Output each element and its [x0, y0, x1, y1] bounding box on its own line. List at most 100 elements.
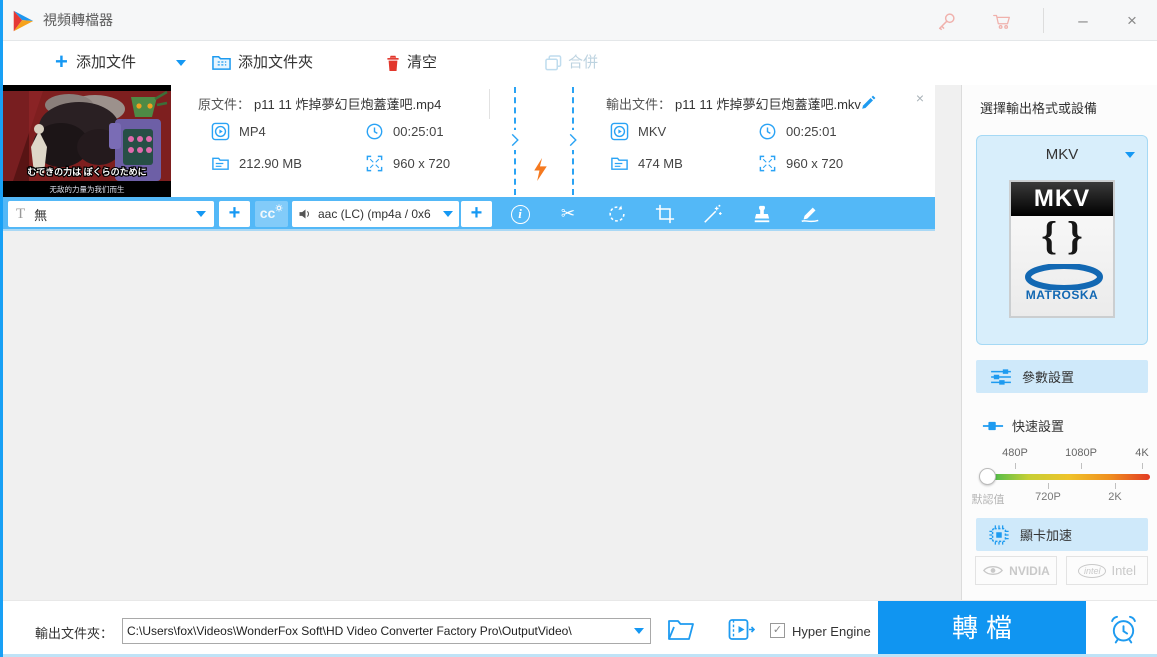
add-file-button[interactable]: 添加文件 [76, 41, 136, 85]
mkv-logo-header: MKV [1011, 182, 1113, 216]
resolution-slider-track[interactable] [988, 474, 1150, 480]
add-subtitle-button[interactable]: + [219, 201, 250, 227]
app-window: 視頻轉檔器 – × + 添加文件 添加文件夾 清空 合併 むてきの力は ぼくらの… [0, 0, 1157, 657]
video-queue-icon[interactable] [728, 618, 755, 641]
nvidia-button: NVIDIA [975, 556, 1057, 585]
output-size: 474 MB [638, 156, 683, 171]
thumbnail-subtitle-cn: 无敌的力量为我们而生 [50, 184, 125, 194]
cc-gear-icon [275, 204, 283, 212]
file-info-button[interactable]: i [506, 200, 534, 228]
output-file-label: 輸出文件： [606, 97, 672, 112]
output-path-input[interactable] [123, 624, 634, 638]
clear-button[interactable]: 清空 [407, 41, 437, 85]
source-resolution-cell: 960 x 720 [365, 154, 450, 173]
intel-logo-icon: intel [1077, 563, 1107, 578]
source-file-label: 原文件： [198, 97, 251, 112]
chevron-right-icon [566, 130, 580, 150]
audio-track-select[interactable]: aac (LC) (mp4a / 0x6 [292, 201, 459, 227]
purchase-cart-icon[interactable] [990, 9, 1014, 33]
magic-wand-icon [704, 204, 722, 223]
slider-label-2k: 2K [1108, 491, 1122, 503]
format-icon [610, 122, 629, 141]
output-resolution-cell: 960 x 720 [758, 154, 843, 173]
subtitle-select[interactable]: T 無 [8, 201, 214, 227]
rotate-button[interactable] [603, 200, 631, 228]
resolution-slider-knob[interactable] [979, 468, 996, 485]
source-resolution: 960 x 720 [393, 156, 451, 171]
output-folder-label: 輸出文件夾： [35, 626, 114, 641]
source-format-cell: MP4 [211, 122, 266, 141]
merge-button: 合併 [568, 54, 599, 71]
edit-sign-button[interactable] [796, 200, 824, 228]
parameter-settings-button[interactable]: 參數設置 [976, 360, 1148, 393]
register-key-icon[interactable] [935, 9, 959, 33]
edit-toolbar: T 無 + cc aac (LC) (mp4a / 0x6 + i ✂ [3, 197, 935, 231]
format-name: MKV [1045, 146, 1079, 163]
hyper-engine-checkbox[interactable]: ✓ [770, 623, 785, 638]
gpu-chip-icon [989, 524, 1009, 545]
schedule-alarm-icon[interactable] [1108, 614, 1139, 645]
add-audio-button[interactable]: + [461, 201, 492, 227]
open-folder-icon[interactable] [667, 618, 695, 641]
stamp-icon [754, 205, 770, 223]
chevron-right-icon [508, 130, 522, 150]
output-path-caret[interactable] [634, 628, 644, 634]
output-size-cell: 474 MB [610, 154, 683, 173]
convert-button[interactable]: 轉檔 [878, 601, 1086, 655]
info-icon: i [510, 204, 530, 224]
app-title: 視頻轉檔器 [43, 12, 113, 28]
output-filename: p11 11 炸掉夢幻巨炮蓋薘吧.mkv [675, 97, 861, 112]
format-icon [211, 122, 230, 141]
titlebar: 視頻轉檔器 – × [0, 0, 1157, 41]
intel-button: intel Intel [1066, 556, 1148, 585]
rename-pencil-icon[interactable] [861, 94, 877, 110]
file-size-icon [611, 157, 628, 170]
file-row[interactable]: むてきの力は ぼくらのために 无敌的力量为我们而生 原文件： p11 11 炸掉… [3, 85, 935, 197]
crop-icon [655, 204, 675, 224]
parameter-settings-label: 參數設置 [1022, 370, 1075, 385]
source-duration-cell: 00:25:01 [365, 122, 444, 141]
mkv-logo-brand: MATROŠKA [1025, 288, 1099, 302]
slider-label-720p: 720P [1035, 491, 1061, 503]
output-resolution: 960 x 720 [786, 156, 844, 171]
minimize-button[interactable]: – [1068, 0, 1098, 41]
lightning-bolt-icon [534, 158, 547, 181]
add-folder-button[interactable]: 添加文件夾 [238, 41, 313, 85]
source-size-cell: 212.90 MB [211, 154, 302, 173]
slider-tick [1048, 483, 1049, 489]
titlebar-divider [1043, 8, 1044, 33]
gpu-acceleration-bar[interactable]: 顯卡加速 [976, 518, 1148, 551]
matroska-ellipse-icon [1025, 264, 1103, 290]
resolution-icon [366, 155, 383, 172]
output-format-cell: MKV [610, 122, 666, 141]
remove-file-button[interactable]: × [911, 89, 929, 107]
close-button[interactable]: × [1117, 0, 1147, 41]
rotate-icon [609, 205, 625, 222]
format-panel[interactable]: MKV MKV { } MATROŠKA [976, 135, 1148, 345]
crop-button[interactable] [651, 200, 679, 228]
slider-tick [1115, 483, 1116, 489]
trim-button[interactable]: ✂ [554, 200, 582, 228]
output-duration-cell: 00:25:01 [758, 122, 837, 141]
output-format-sidebar: 選擇輸出格式或設備 MKV MKV { } MATROŠKA 參數設置 快速設置… [961, 85, 1157, 600]
add-file-plus-icon[interactable]: + [55, 41, 68, 85]
bottom-bar: 輸出文件夾： ✓ Hyper Engine 轉檔 [0, 600, 1157, 657]
sidebar-heading: 選擇輸出格式或設備 [980, 101, 1098, 116]
speaker-icon [299, 209, 310, 219]
merge-icon [545, 55, 562, 71]
mkv-logo: MKV { } MATROŠKA [1009, 180, 1115, 318]
app-logo-icon [13, 10, 34, 32]
slider-label-default: 默認值 [971, 494, 1005, 506]
subtitle-select-value: 無 [34, 207, 48, 223]
watermark-button[interactable] [748, 200, 776, 228]
audio-select-caret [443, 211, 453, 217]
add-file-dropdown-caret[interactable] [176, 60, 186, 66]
nvidia-label: NVIDIA [1009, 563, 1050, 578]
cc-settings-button: cc [255, 201, 288, 227]
effects-button[interactable] [699, 200, 727, 228]
source-size: 212.90 MB [239, 156, 302, 171]
pen-sign-icon [801, 207, 819, 223]
clock-icon [366, 123, 383, 140]
slider-tick [1081, 463, 1082, 469]
format-dropdown-caret[interactable] [1125, 152, 1135, 158]
